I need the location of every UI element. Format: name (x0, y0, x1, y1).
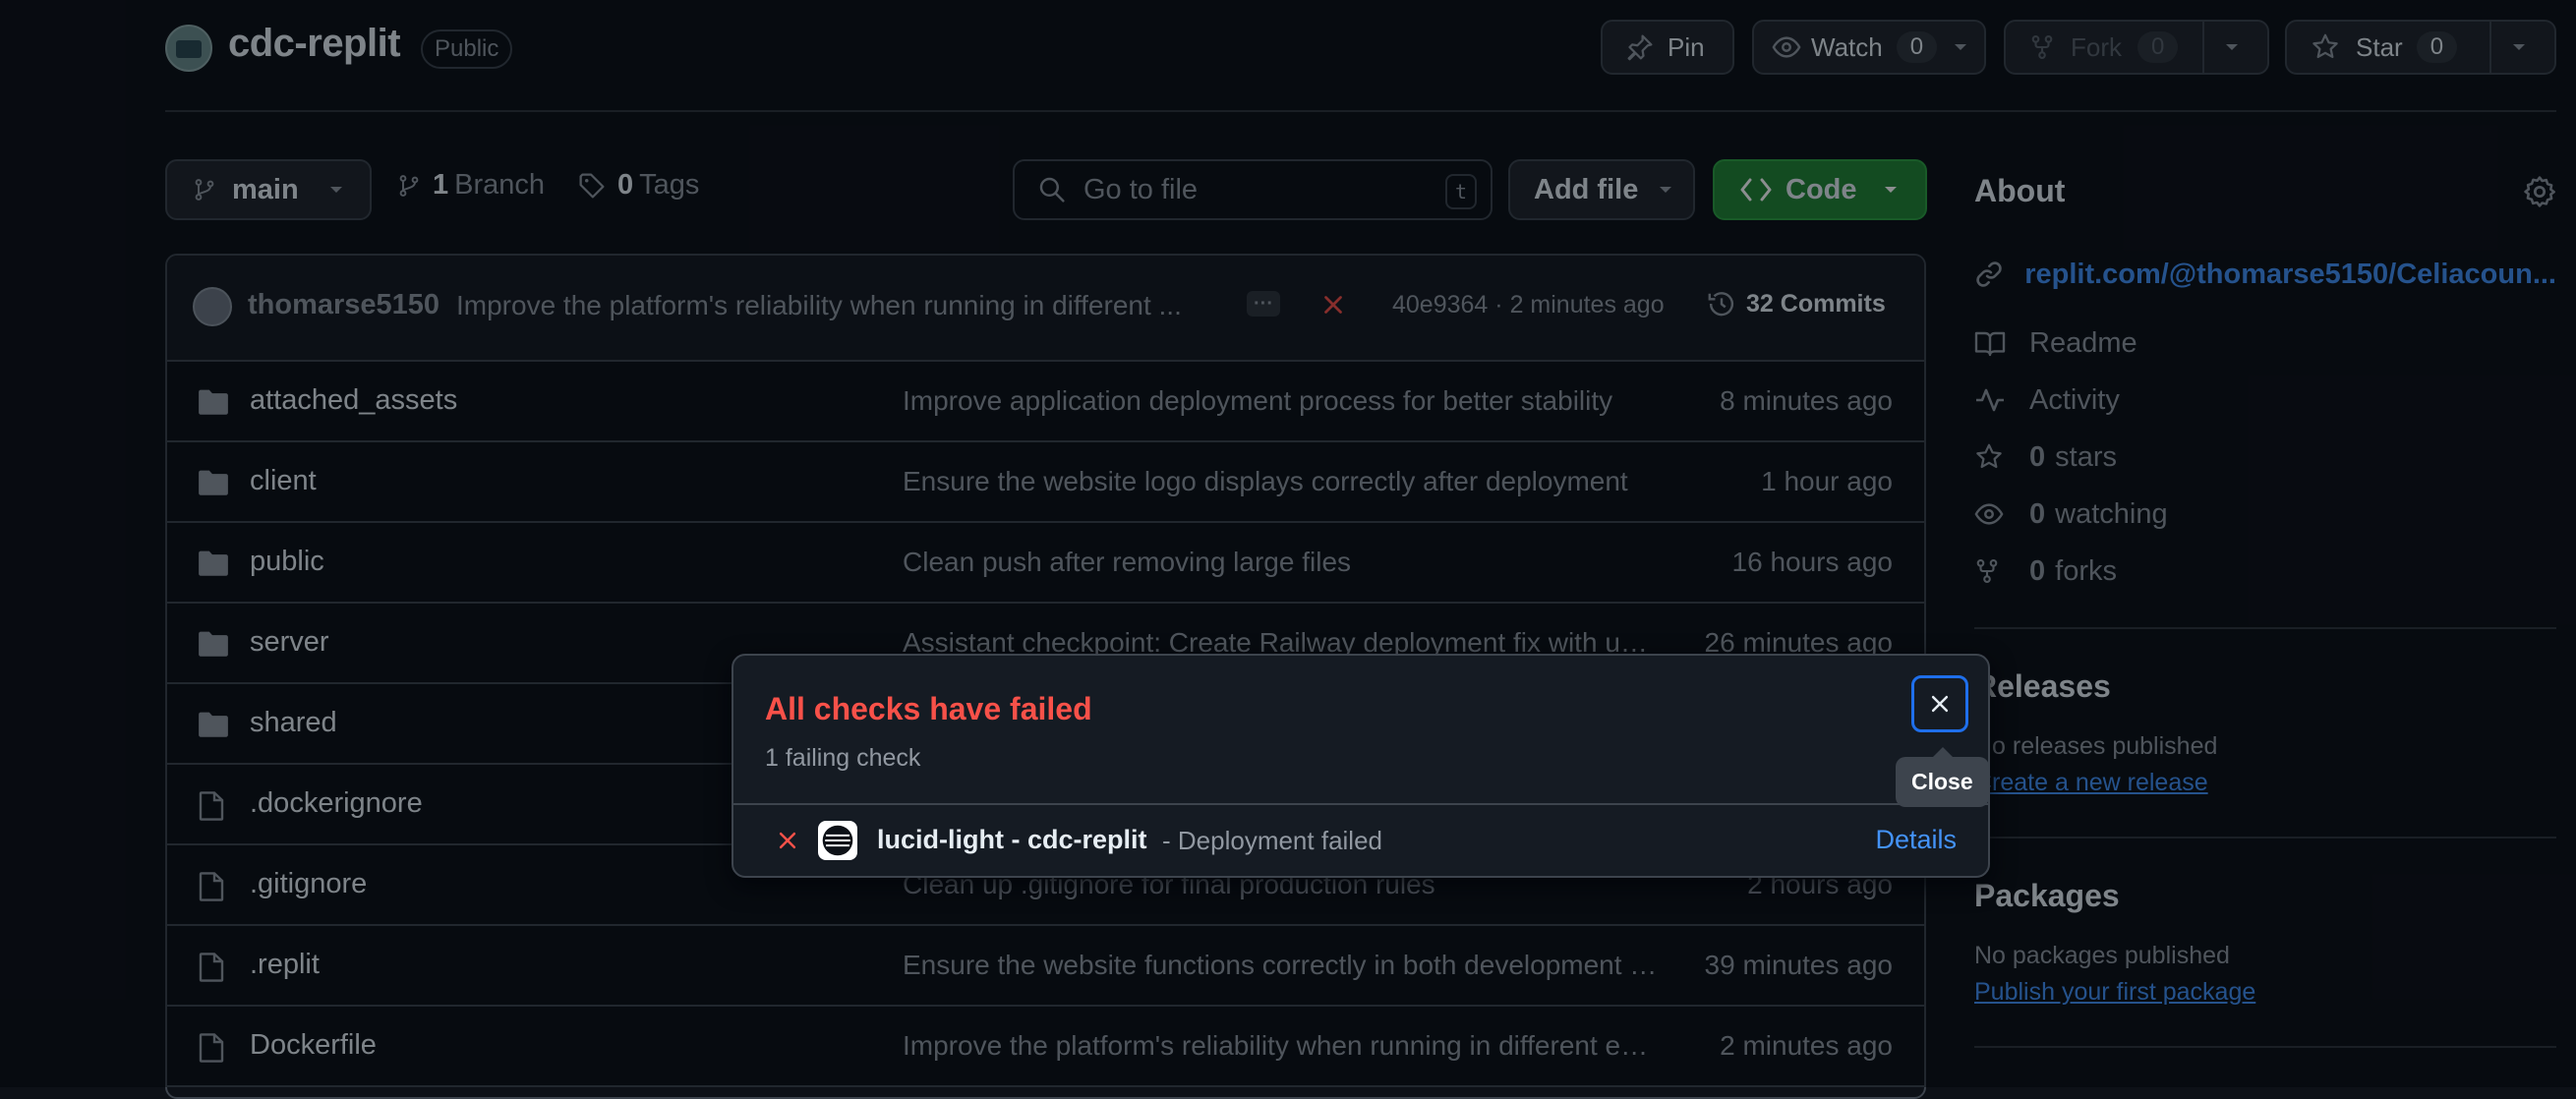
checks-title: All checks have failed (765, 691, 1092, 726)
checks-popover: All checks have failed 1 failing check l… (732, 654, 1990, 878)
check-details-link[interactable]: Details (1875, 825, 1957, 855)
failing-check-row: lucid-light - cdc-replit - Deployment fa… (733, 803, 1988, 878)
check-name: lucid-light - cdc-replit (877, 825, 1147, 854)
close-tooltip: Close (1896, 747, 1989, 807)
check-status: - Deployment failed (1162, 826, 1382, 855)
railway-logo-icon (818, 821, 857, 860)
x-fail-icon (777, 830, 798, 851)
close-popover-button[interactable] (1911, 675, 1968, 732)
modal-backdrop[interactable] (0, 0, 2576, 1087)
close-icon (1929, 693, 1951, 715)
checks-subtitle: 1 failing check (765, 744, 921, 772)
